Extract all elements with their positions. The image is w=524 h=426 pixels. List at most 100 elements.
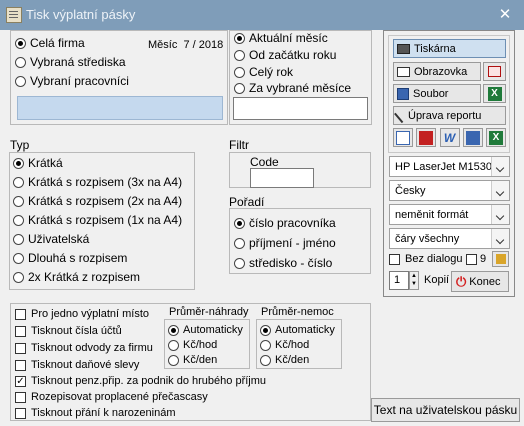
bez-dialogu-checkbox[interactable]: Bez dialogu [389, 253, 463, 265]
prumer-nemoc-group: Automaticky Kč/hod Kč/den [256, 319, 342, 369]
spin-down-icon[interactable]: ▼ [410, 280, 418, 288]
period-option-2[interactable]: Celý rok [234, 65, 293, 79]
options-group: Pro jedno výplatní místo Tisknout čísla … [10, 303, 371, 421]
months-input[interactable] [233, 97, 368, 120]
table-icon [396, 130, 410, 145]
excel-button[interactable]: X [483, 84, 506, 103]
selection-list[interactable] [17, 96, 223, 120]
check-cisla-uctu[interactable]: Tisknout čísla účtů [15, 325, 122, 337]
output-panel: Tiskárna Obrazovka Soubor X Úprava repor… [383, 30, 515, 297]
checkbox [389, 253, 400, 265]
scope-option-2[interactable]: Vybraní pracovníci [15, 74, 129, 88]
typ-option-3[interactable]: Krátká s rozpisem (1x na A4) [13, 213, 182, 227]
window-title: Tisk výplatní pásky [26, 7, 136, 22]
nemoc-option-1[interactable]: Kč/hod [260, 339, 309, 351]
check-jedno-misto[interactable]: Pro jedno výplatní místo [15, 308, 149, 320]
edit-icon [495, 254, 506, 264]
export-word-button[interactable]: W [439, 128, 460, 147]
checkbox-checked: ✓ [15, 375, 26, 387]
month-label: Měsíc 7 / 2018 [148, 39, 224, 51]
typ-option-0[interactable]: Krátká [13, 156, 63, 170]
format-select[interactable]: neměnit formát [389, 204, 510, 225]
period-option-1[interactable]: Od začátku roku [234, 48, 336, 62]
poradi-option-2[interactable]: středisko - číslo [234, 256, 332, 270]
monitor-icon [397, 66, 410, 77]
power-icon: ⏻ [456, 273, 467, 289]
chevron-down-icon [491, 157, 509, 176]
printer-select[interactable]: HP LaserJet M1530 [389, 156, 510, 177]
spin-up-icon[interactable]: ▲ [410, 272, 418, 280]
tiskarna-button[interactable]: Tiskárna [393, 39, 506, 58]
scope-option-1[interactable]: Vybraná střediska [15, 55, 126, 69]
code-label: Code [250, 155, 279, 169]
copies-label: Kopií [424, 274, 450, 286]
chevron-down-icon [491, 229, 509, 248]
poradi-label: Pořadí [229, 195, 265, 209]
konec-button[interactable]: ⏻ Konec [451, 271, 509, 292]
period-group: Aktuální měsíc Od začátku roku Celý rok … [229, 30, 372, 125]
check-odvody[interactable]: Tisknout odvody za firmu [15, 342, 153, 354]
user-text-button[interactable]: Text na uživatelskou pásku [371, 398, 520, 422]
export-icon-row: W X [393, 128, 506, 147]
soubor-button[interactable]: Soubor [393, 84, 481, 103]
check-narozeniny[interactable]: Tisknout přání k narozeninám [15, 407, 176, 419]
prumer-nemoc-label: Průměr-nemoc [261, 306, 334, 318]
typ-group: Krátká Krátká s rozpisem (3x na A4) Krát… [9, 152, 195, 290]
lines-select[interactable]: čáry všechny [389, 228, 510, 249]
nemoc-option-0[interactable]: Automaticky [260, 324, 335, 336]
period-option-3[interactable]: Za vybrané měsíce [234, 81, 351, 95]
uprava-reportu-button[interactable]: Úprava reportu [393, 106, 506, 125]
close-icon[interactable]: ✕ [496, 6, 514, 24]
poradi-option-1[interactable]: příjmení - jméno [234, 236, 336, 250]
copies-input[interactable]: 1 [389, 271, 409, 290]
nahrady-option-2[interactable]: Kč/den [168, 354, 217, 366]
export-pdf-button[interactable] [416, 128, 437, 147]
poradi-option-0[interactable]: číslo pracovníka [234, 216, 336, 230]
scope-group: Celá firma Měsíc 7 / 2018 Vybraná středi… [10, 30, 228, 125]
edit-wand-icon [394, 108, 408, 123]
filtr-group: Code [229, 152, 371, 188]
document-icon [6, 7, 22, 23]
export-excel-button[interactable]: X [486, 128, 506, 147]
checkbox [15, 391, 26, 403]
check-penz-prip[interactable]: ✓ Tisknout penz.přip. za podnik do hrubéh… [15, 375, 266, 387]
disk-icon [397, 87, 409, 100]
radio-dot [15, 56, 26, 68]
typ-option-5[interactable]: Dlouhá s rozpisem [13, 251, 127, 265]
code-input[interactable] [250, 168, 314, 188]
prumer-nahrady-group: Automaticky Kč/hod Kč/den [164, 319, 250, 369]
typ-option-6[interactable]: 2x Krátká z rozpisem [13, 270, 140, 284]
email-icon [488, 66, 501, 77]
export-table-button[interactable] [393, 128, 413, 147]
excel-icon: X [487, 86, 502, 101]
typ-option-2[interactable]: Krátká s rozpisem (2x na A4) [13, 194, 182, 208]
copies-spinner[interactable]: ▲ ▼ [409, 271, 419, 290]
checkbox [15, 342, 26, 354]
html-icon [465, 130, 480, 145]
printer-icon [397, 43, 410, 54]
poradi-group: číslo pracovníka příjmení - jméno středi… [229, 208, 371, 274]
chevron-down-icon [491, 181, 509, 200]
scope-option-0[interactable]: Celá firma [15, 36, 85, 50]
export-html-button[interactable] [462, 128, 483, 147]
typ-option-1[interactable]: Krátká s rozpisem (3x na A4) [13, 175, 182, 189]
nine-checkbox[interactable]: 9 [466, 253, 486, 265]
period-option-0[interactable]: Aktuální měsíc [234, 31, 328, 45]
word-icon: W [443, 130, 456, 145]
nahrady-option-1[interactable]: Kč/hod [168, 339, 217, 351]
check-slevy[interactable]: Tisknout daňové slevy [15, 359, 139, 371]
checkbox [15, 359, 26, 371]
language-select[interactable]: Česky [389, 180, 510, 201]
obrazovka-button[interactable]: Obrazovka [393, 62, 481, 81]
settings-button[interactable] [492, 251, 509, 267]
pdf-icon [419, 130, 434, 145]
nahrady-option-0[interactable]: Automaticky [168, 324, 243, 336]
check-prescasy[interactable]: Rozepisovat proplacené přečascasy [15, 391, 208, 403]
month-value: 7 / 2018 [183, 39, 224, 51]
excel-icon: X [489, 130, 503, 145]
radio-dot [15, 37, 26, 49]
prumer-nahrady-label: Průměr-náhrady [169, 306, 249, 318]
typ-option-4[interactable]: Uživatelská [13, 232, 89, 246]
email-button[interactable] [483, 62, 506, 81]
nemoc-option-2[interactable]: Kč/den [260, 354, 309, 366]
